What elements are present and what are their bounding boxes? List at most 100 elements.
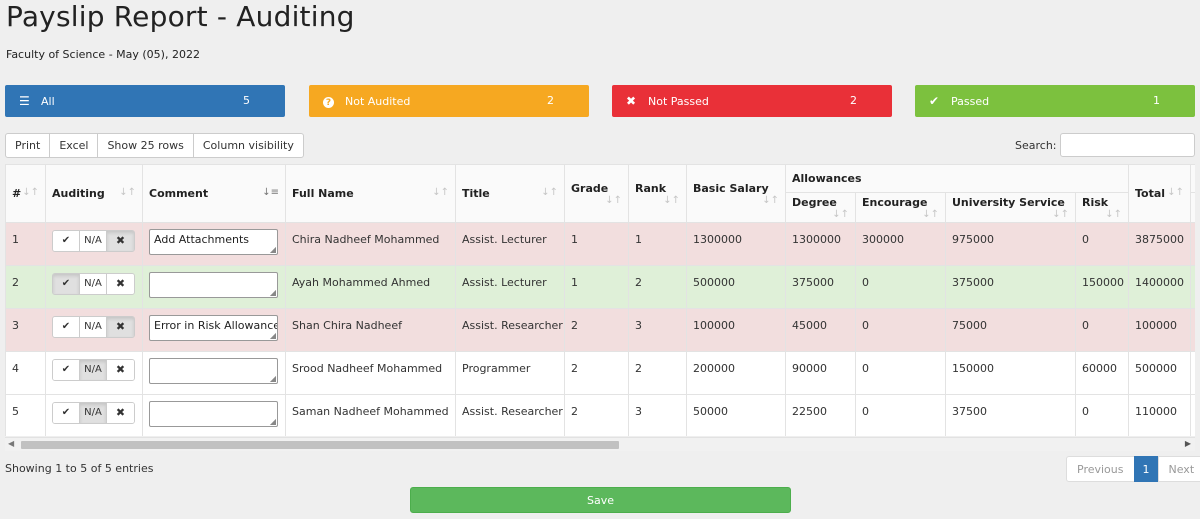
comment-textarea[interactable]: ◢ (149, 401, 278, 427)
cell-comment: ◢ (142, 394, 286, 436)
audit-fail-button[interactable]: ✖ (107, 230, 134, 251)
show-rows-button[interactable]: Show 25 rows (97, 133, 194, 158)
sort-desc-icon: ↓≡ (262, 187, 279, 198)
filter-passed-button[interactable]: ✔ Passed 1 (915, 85, 1195, 117)
cell-degree: 90000 (785, 351, 856, 395)
audit-fail-button[interactable]: ✖ (107, 359, 134, 380)
col-header-basic-salary[interactable]: Basic Salary ↓↑ (686, 164, 786, 223)
sort-icon: ↓↑ (922, 208, 939, 220)
cell-encourage: 0 (855, 265, 946, 309)
audit-pass-button[interactable]: ✔ (53, 273, 80, 294)
cell-university-service: 150000 (945, 351, 1076, 395)
cell-auditing: ✔ N/A ✖ (45, 265, 143, 309)
resize-grip-icon[interactable]: ◢ (270, 375, 276, 383)
filter-not-audited-button[interactable]: ? Not Audited 2 (309, 85, 589, 117)
page-1-button[interactable]: 1 (1133, 456, 1159, 482)
audit-pass-button[interactable]: ✔ (53, 359, 80, 380)
audit-na-button[interactable]: N/A (80, 316, 107, 337)
col-header-auditing[interactable]: Auditing ↓↑ (45, 164, 143, 223)
col-header-university-service[interactable]: University Service ↓↑ (945, 192, 1076, 223)
cell-encourage: 0 (855, 394, 946, 436)
cell-full-name: Chira Nadheef Mohammed (285, 222, 456, 266)
col-header-encourage[interactable]: Encourage ↓↑ (855, 192, 946, 223)
audit-pass-button[interactable]: ✔ (53, 402, 80, 423)
audit-pass-button[interactable]: ✔ (53, 316, 80, 337)
cell-degree: 1300000 (785, 222, 856, 266)
auditing-toggle-group: ✔ N/A ✖ (52, 401, 135, 424)
cell-rank: 1 (628, 222, 687, 266)
scrollbar-thumb[interactable] (21, 441, 619, 449)
filter-passed-label: Passed (951, 94, 990, 108)
col-header-rank[interactable]: Rank ↓↑ (628, 164, 687, 223)
audit-na-button[interactable]: N/A (80, 359, 107, 380)
previous-page-button[interactable]: Previous (1066, 456, 1135, 482)
cell-grade: 2 (564, 308, 629, 352)
cell-num: 5 (5, 394, 46, 436)
col-header-num[interactable]: # ↓↑ (5, 164, 46, 223)
comment-text: Error in Risk Allowance (154, 319, 278, 332)
print-button[interactable]: Print (5, 133, 51, 158)
cell-basic-salary: 50000 (686, 394, 786, 436)
question-icon: ? (323, 94, 339, 109)
cell-title: Assist. Researcher (455, 394, 565, 436)
col-header-comment[interactable]: Comment ↓≡ (142, 164, 286, 223)
cell-full-name: Ayah Mohammed Ahmed (285, 265, 456, 309)
comment-textarea[interactable]: Add Attachments ◢ (149, 229, 278, 255)
cell-degree: 22500 (785, 394, 856, 436)
sort-icon: ↓↑ (432, 187, 449, 198)
scroll-left-icon[interactable]: ◀ (8, 439, 14, 448)
cell-basic-salary: 200000 (686, 351, 786, 395)
audit-na-button[interactable]: N/A (80, 230, 107, 251)
col-header-degree[interactable]: Degree ↓↑ (785, 192, 856, 223)
cell-grade: 2 (564, 394, 629, 436)
next-page-button[interactable]: Next (1157, 456, 1200, 482)
sort-icon: ↓↑ (663, 194, 680, 206)
filter-not-audited-count: 2 (547, 94, 554, 107)
filter-all-button[interactable]: ☰ All 5 (5, 85, 285, 117)
col-header-grade[interactable]: Grade ↓↑ (564, 164, 629, 223)
table-row: 3 ✔ N/A ✖ Error in Risk Allowance ◢ Shan Chira… (5, 308, 1195, 352)
search-input[interactable] (1060, 133, 1195, 157)
cell-auditing: ✔ N/A ✖ (45, 308, 143, 352)
audit-fail-button[interactable]: ✖ (107, 273, 134, 294)
resize-grip-icon[interactable]: ◢ (270, 289, 276, 297)
resize-grip-icon[interactable]: ◢ (270, 246, 276, 254)
col-header-total[interactable]: Total ↓↑ (1128, 164, 1191, 223)
resize-grip-icon[interactable]: ◢ (270, 332, 276, 340)
col-header-full-name[interactable]: Full Name ↓↑ (285, 164, 456, 223)
audit-na-button[interactable]: N/A (80, 402, 107, 423)
cross-icon: ✖ (626, 94, 637, 108)
filter-all-label: All (41, 94, 55, 108)
cell-total: 3875000 (1128, 222, 1191, 266)
comment-textarea[interactable]: Error in Risk Allowance ◢ (149, 315, 278, 341)
col-header-risk[interactable]: Risk ↓↑ (1075, 192, 1129, 223)
sort-icon: ↓↑ (832, 208, 849, 220)
comment-textarea[interactable]: ◢ (149, 272, 278, 298)
cell-risk: 0 (1075, 308, 1129, 352)
audit-pass-button[interactable]: ✔ (53, 230, 80, 251)
sort-icon: ↓↑ (1167, 187, 1184, 198)
scroll-right-icon[interactable]: ▶ (1185, 439, 1191, 448)
comment-textarea[interactable]: ◢ (149, 358, 278, 384)
audit-fail-button[interactable]: ✖ (107, 402, 134, 423)
excel-button[interactable]: Excel (49, 133, 99, 158)
horizontal-scrollbar[interactable]: ◀ ▶ (5, 437, 1195, 451)
cell-comment: ◢ (142, 351, 286, 395)
filter-not-passed-button[interactable]: ✖ Not Passed 2 (612, 85, 892, 117)
column-visibility-button[interactable]: Column visibility (192, 133, 304, 158)
cell-num: 4 (5, 351, 46, 395)
sort-icon: ↓↑ (762, 194, 779, 206)
page-title: Payslip Report - Auditing (6, 0, 355, 33)
col-header-title[interactable]: Title ↓↑ (455, 164, 565, 223)
page-subtitle: Faculty of Science - May (05), 2022 (6, 48, 200, 61)
cell-num: 1 (5, 222, 46, 266)
auditing-toggle-group: ✔ N/A ✖ (52, 229, 135, 252)
sort-icon: ↓↑ (1052, 208, 1069, 220)
cell-auditing: ✔ N/A ✖ (45, 394, 143, 436)
resize-grip-icon[interactable]: ◢ (270, 418, 276, 426)
save-button[interactable]: Save (410, 487, 791, 513)
table-info: Showing 1 to 5 of 5 entries (5, 462, 154, 475)
audit-fail-button[interactable]: ✖ (107, 316, 134, 337)
audit-na-button[interactable]: N/A (80, 273, 107, 294)
cell-full-name: Saman Nadheef Mohammed (285, 394, 456, 436)
